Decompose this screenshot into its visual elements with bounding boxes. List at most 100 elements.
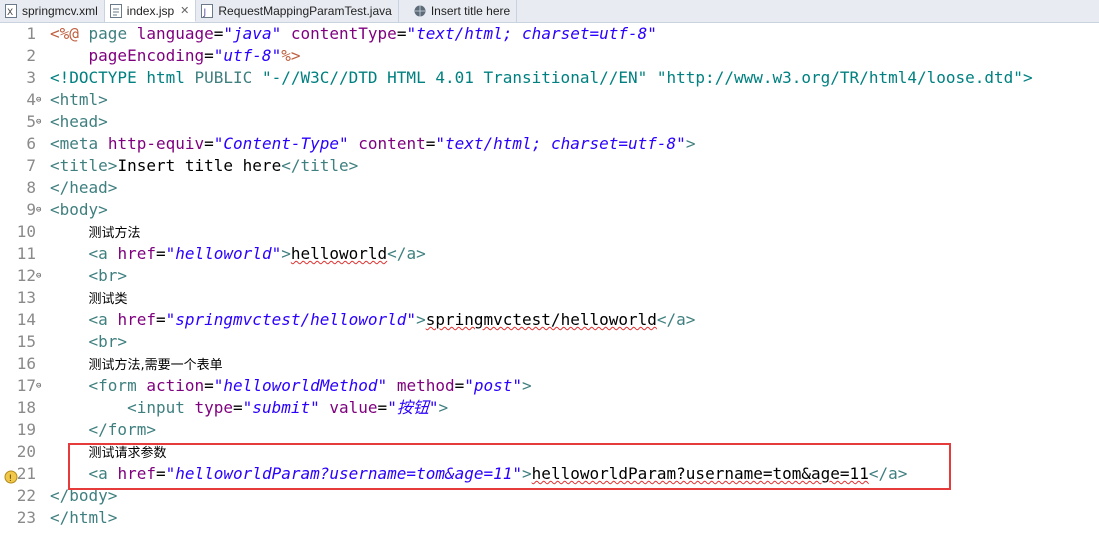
code-line[interactable]: 12 ⊖ <br> xyxy=(0,265,1099,287)
code-token: http-equiv xyxy=(107,134,205,153)
code-token: = xyxy=(233,398,243,417)
svg-text:!: ! xyxy=(9,474,13,484)
code-line[interactable]: 9 ⊖ <body> xyxy=(0,199,1099,221)
code-token: Insert title here xyxy=(117,156,282,175)
line-code: <title>Insert title here</title> xyxy=(50,155,358,177)
code-token: "helloworld" xyxy=(165,244,282,263)
code-line[interactable]: 19 </form> xyxy=(0,419,1099,441)
code-token: </title> xyxy=(281,156,359,175)
code-token: "java" xyxy=(223,24,282,43)
code-token: = xyxy=(377,398,388,417)
code-line[interactable]: 17 ⊖ <form action="helloworldMethod" meth… xyxy=(0,375,1099,397)
code-line[interactable]: 7 <title>Insert title here</title> xyxy=(0,155,1099,177)
line-number: 23 xyxy=(16,508,36,527)
tab-springmcv-xml[interactable]: X springmcv.xml xyxy=(0,0,105,22)
code-token: "Content-Type" xyxy=(213,134,349,153)
code-token: <body> xyxy=(50,200,108,219)
line-code: pageEncoding="utf-8"%> xyxy=(50,45,301,67)
code-token: <a xyxy=(88,244,108,263)
fold-toggle-icon[interactable]: ⊖ xyxy=(36,89,46,111)
highlight-box xyxy=(68,443,951,490)
close-icon[interactable]: ✕ xyxy=(180,4,189,17)
code-line[interactable]: 3 <!DOCTYPE html PUBLIC "-//W3C//DTD HTML… xyxy=(0,67,1099,89)
line-number: 4 xyxy=(26,90,36,109)
code-line[interactable]: 2 pageEncoding="utf-8"%> xyxy=(0,45,1099,67)
code-token: helloworld xyxy=(290,244,388,263)
code-line[interactable]: 18 <input type="submit" value="按钮"> xyxy=(0,397,1099,419)
fold-toggle-icon[interactable]: ⊖ xyxy=(36,111,46,133)
code-token: = xyxy=(454,376,465,395)
code-token: <a xyxy=(88,310,108,329)
code-token: = xyxy=(155,244,166,263)
line-code: </head> xyxy=(50,177,117,199)
code-token: </html> xyxy=(50,508,118,527)
line-number: 3 xyxy=(26,68,36,87)
code-token: value xyxy=(329,398,378,417)
code-token: content xyxy=(358,134,426,153)
code-token: = xyxy=(204,134,214,153)
line-code: <form action="helloworldMethod" method="… xyxy=(50,375,532,397)
line-number: 20 xyxy=(16,442,36,461)
code-token: <!DOCTYPE html xyxy=(50,68,195,87)
code-token: "post" xyxy=(464,376,523,395)
code-token: > xyxy=(281,244,291,263)
code-token: </form> xyxy=(88,420,156,439)
code-line[interactable]: 5 ⊖ <head> xyxy=(0,111,1099,133)
code-line[interactable]: 14 <a href="springmvctest/helloworld">sp… xyxy=(0,309,1099,331)
code-line[interactable]: 13 测试类 xyxy=(0,287,1099,309)
code-token: %> xyxy=(281,46,301,65)
tab-index-jsp[interactable]: index.jsp ✕ xyxy=(104,0,197,22)
code-token: action xyxy=(146,376,205,395)
java-file-icon: J xyxy=(200,4,214,18)
code-token: language xyxy=(136,24,214,43)
code-token: "http://www.w3.org/TR/html4/loose.dtd" xyxy=(656,68,1023,87)
tab-insert-title-here[interactable]: Insert title here xyxy=(399,0,518,22)
tab-label: Insert title here xyxy=(430,4,511,18)
fold-toggle-icon[interactable]: ⊖ xyxy=(36,375,46,397)
warning-marker-icon[interactable]: ! xyxy=(4,469,18,484)
code-token: > xyxy=(522,376,532,395)
line-code: <head> xyxy=(50,111,108,133)
line-number: 10 xyxy=(16,222,36,241)
tab-requestmappingparamtest-java[interactable]: J RequestMappingParamTest.java xyxy=(196,0,399,22)
line-number: 13 xyxy=(16,288,36,307)
line-number: 15 xyxy=(16,332,36,351)
code-token: = xyxy=(155,310,166,329)
code-editor[interactable]: 1 <%@ page language="java" contentType="t… xyxy=(0,23,1099,536)
code-line[interactable]: 23 </html> xyxy=(0,507,1099,529)
code-token: type xyxy=(194,398,234,417)
code-line[interactable]: 15 <br> xyxy=(0,331,1099,353)
code-line[interactable]: 8 </head> xyxy=(0,177,1099,199)
code-token: = xyxy=(204,376,214,395)
code-token: <br> xyxy=(88,266,128,285)
code-token: = xyxy=(213,24,224,43)
code-line[interactable]: 6 <meta http-equiv="Content-Type" content… xyxy=(0,133,1099,155)
code-token: "submit" xyxy=(242,398,320,417)
code-line[interactable]: 1 <%@ page language="java" contentType="t… xyxy=(0,23,1099,45)
fold-toggle-icon[interactable]: ⊖ xyxy=(36,199,46,221)
code-token: <%@ xyxy=(50,24,79,43)
line-number: 5 xyxy=(26,112,36,131)
code-line[interactable]: 4 ⊖ <html> xyxy=(0,89,1099,111)
code-token: <head> xyxy=(50,112,108,131)
code-line[interactable]: 16 测试方法,需要一个表单 xyxy=(0,353,1099,375)
line-code: <!DOCTYPE html PUBLIC "-//W3C//DTD HTML … xyxy=(50,67,1033,89)
code-line[interactable]: 11 <a href="helloworld">helloworld</a> xyxy=(0,243,1099,265)
fold-toggle-icon[interactable]: ⊖ xyxy=(36,265,46,287)
line-code: </form> xyxy=(50,419,156,441)
browser-globe-icon xyxy=(413,4,427,18)
line-code: <html> xyxy=(50,89,108,111)
code-token: method xyxy=(396,376,455,395)
code-line[interactable]: 10 测试方法 xyxy=(0,221,1099,243)
code-token: href xyxy=(117,244,156,263)
code-token: "helloworldMethod" xyxy=(213,376,388,395)
